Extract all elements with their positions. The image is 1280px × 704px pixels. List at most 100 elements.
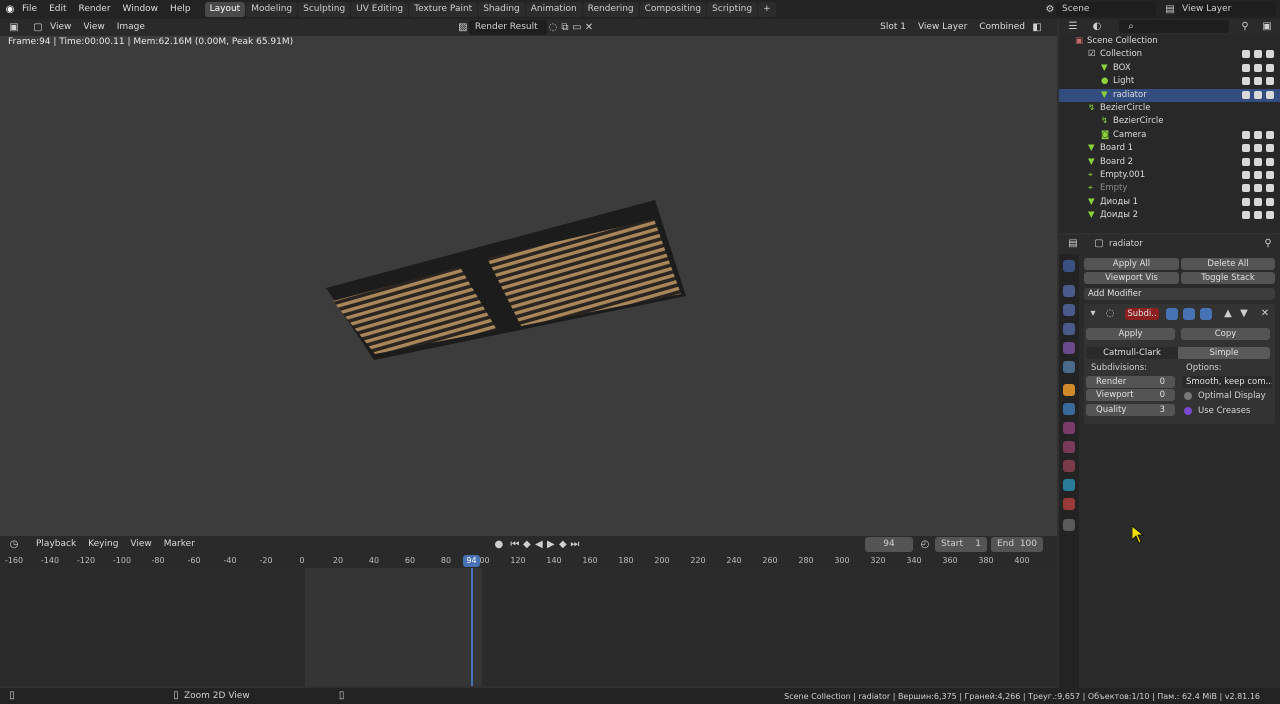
eye-icon[interactable] [1242,211,1250,220]
eye-icon[interactable] [1242,144,1250,153]
visibility-toggles[interactable] [1242,89,1274,99]
camera-render-icon[interactable] [1266,130,1274,139]
particles-tab-icon[interactable] [1063,422,1075,434]
tab-layout[interactable]: Layout [204,2,246,17]
camera-render-icon[interactable] [1266,157,1274,166]
outliner-search-input[interactable]: ⌕ [1119,20,1229,33]
render-pass-selector[interactable]: Combined [973,18,1031,37]
editmode-toggle-icon[interactable] [1200,308,1212,320]
camera-render-icon[interactable] [1266,50,1274,59]
menu-render[interactable]: Render [73,0,117,19]
visibility-toggles[interactable] [1242,62,1274,72]
tab-rendering[interactable]: Rendering [582,2,639,17]
monitor-icon[interactable] [1254,77,1262,86]
monitor-icon[interactable] [1254,171,1262,179]
scene-selector[interactable]: Scene [1056,2,1156,17]
menu-edit[interactable]: Edit [43,0,72,19]
monitor-icon[interactable] [1254,130,1262,139]
monitor-icon[interactable] [1254,184,1262,193]
physics-tab-icon[interactable] [1063,441,1075,453]
tab-scripting[interactable]: Scripting [707,2,758,17]
outliner-row[interactable]: ↯ BezierCircle [1059,102,1280,115]
outliner-row[interactable]: ● Light [1059,75,1280,88]
tab-uv-editing[interactable]: UV Editing [351,2,409,17]
mode-selector[interactable]: View [44,18,77,37]
timeline-editor-icon[interactable]: ◷ [8,539,20,551]
data-tab-icon[interactable] [1063,479,1075,491]
monitor-icon[interactable] [1254,90,1262,99]
visibility-toggles[interactable] [1242,48,1274,59]
render-toggle-icon[interactable] [1166,308,1178,320]
eye-icon[interactable] [1242,130,1250,139]
outliner-row[interactable]: ▼ Board 1 [1059,142,1280,155]
apply-all-button[interactable]: Apply All [1084,258,1179,270]
new-collection-icon[interactable]: ▣ [1261,21,1273,33]
visibility-toggles[interactable] [1242,209,1274,220]
eye-icon[interactable] [1242,50,1250,59]
visibility-toggles[interactable] [1242,129,1274,139]
menu-image[interactable]: Image [111,18,151,37]
play-reverse-icon[interactable]: ◀ [533,539,545,551]
outliner-row[interactable]: ▼ Board 2 [1059,156,1280,169]
camera-render-icon[interactable] [1266,197,1274,206]
texture-tab-icon[interactable] [1063,519,1075,531]
end-frame-field[interactable]: End 100 [991,537,1043,552]
eye-icon[interactable] [1242,157,1250,166]
visibility-toggles[interactable] [1242,156,1274,166]
menu-view[interactable]: View [77,18,110,37]
outliner-row[interactable]: ▼ Диоды 1 [1059,196,1280,209]
remove-modifier-icon[interactable]: ✕ [1259,308,1271,320]
menu-help[interactable]: Help [164,0,197,19]
tab-animation[interactable]: Animation [525,2,582,17]
scene-tab-icon[interactable] [1063,342,1075,354]
render-viewport[interactable]: Frame:94 | Time:00:00.11 | Mem:62.16M (0… [0,36,1057,536]
move-down-icon[interactable]: ▼ [1238,308,1250,320]
material-tab-icon[interactable] [1063,498,1075,510]
viewport-levels-field[interactable]: Viewport 0 [1086,389,1175,401]
monitor-icon[interactable] [1254,144,1262,153]
add-modifier-dropdown[interactable]: Add Modifier [1084,288,1275,300]
preview-range-icon[interactable]: ◴ [919,539,931,551]
outliner-row[interactable]: ⌖ Empty.001 [1059,169,1280,182]
blender-logo-icon[interactable]: ◉ [4,4,16,16]
menu-keying[interactable]: Keying [82,535,124,554]
outliner-row[interactable]: ⌖ Empty [1059,182,1280,195]
tab-modeling[interactable]: Modeling [246,2,298,17]
menu-marker[interactable]: Marker [158,535,201,554]
copy-button[interactable]: Copy [1181,328,1270,340]
record-icon[interactable]: ● [493,539,505,551]
menu-window[interactable]: Window [117,0,165,19]
next-keyframe-icon[interactable]: ◆ [557,539,569,551]
outliner-row[interactable]: ↯ BezierCircle [1059,115,1280,128]
outliner-row[interactable]: ▣ Scene Collection [1059,35,1280,48]
scene-icon[interactable]: ⚙ [1044,4,1056,16]
timeline-body[interactable] [0,568,1057,686]
outliner-row[interactable]: ☑ Collection [1059,48,1280,61]
outliner-row[interactable]: ◙ Camera [1059,129,1280,142]
properties-editor-icon[interactable]: ▤ [1067,238,1079,250]
viewport-vis-button[interactable]: Viewport Vis [1084,272,1179,284]
eye-icon[interactable] [1242,90,1250,99]
jump-end-icon[interactable]: ⏭ [569,539,581,551]
constraints-tab-icon[interactable] [1063,460,1075,472]
view-layer-tab-icon[interactable] [1063,323,1075,335]
filter-icon[interactable]: ⚲ [1239,21,1251,33]
editor-type-icon[interactable]: ▣ [8,22,20,34]
visibility-toggles[interactable] [1242,142,1274,153]
menu-playback[interactable]: Playback [30,535,82,554]
monitor-icon[interactable] [1254,50,1262,59]
eye-icon[interactable] [1242,63,1250,72]
visibility-toggles[interactable] [1242,75,1274,86]
render-levels-field[interactable]: Render 0 [1086,376,1175,388]
modifier-tab-icon[interactable] [1063,403,1075,415]
jump-start-icon[interactable]: ⏮ [509,539,521,551]
monitor-icon[interactable] [1254,63,1262,72]
view-layer-icon[interactable]: ▤ [1164,4,1176,16]
apply-button[interactable]: Apply [1086,328,1175,340]
visibility-toggles[interactable] [1242,169,1274,179]
outliner-row[interactable]: ▼ radiator [1059,88,1280,102]
outliner-editor-icon[interactable]: ☰ [1067,21,1079,33]
viewport-toggle-icon[interactable] [1183,308,1195,320]
optimal-display-checkbox[interactable] [1184,392,1192,400]
image-name-field[interactable]: Render Result [468,20,547,35]
